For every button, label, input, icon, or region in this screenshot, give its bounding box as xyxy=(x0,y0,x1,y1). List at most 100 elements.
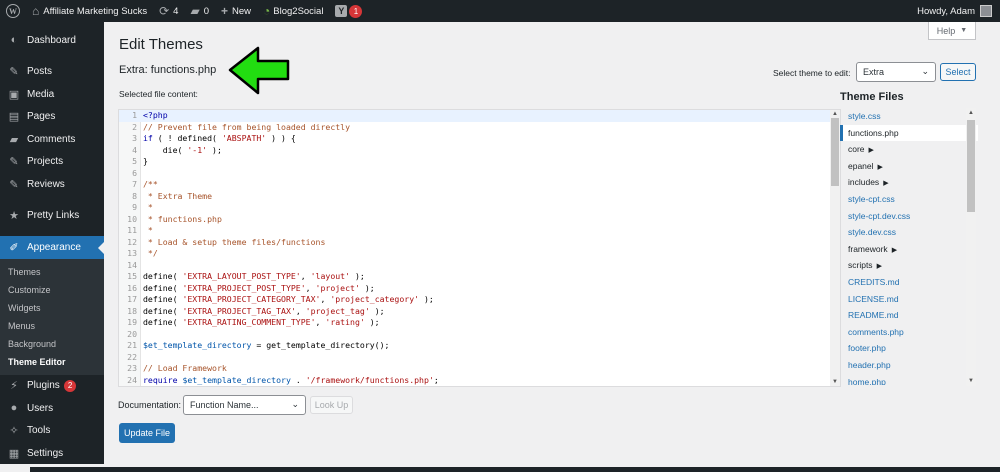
line-number: 24 xyxy=(127,374,137,385)
code-line: 24 require $et_template_directory . '/fra… xyxy=(119,375,840,387)
sidebar-item-appearance[interactable]: ✐ Appearance xyxy=(0,236,104,259)
select-theme-button[interactable]: Select xyxy=(940,63,976,81)
code-line: 20 xyxy=(119,329,840,341)
theme-file-item[interactable]: comments.php xyxy=(840,324,978,341)
sidebar-item-label: Pages xyxy=(27,111,56,123)
theme-file-item[interactable]: style.css xyxy=(840,108,978,125)
theme-file-name: README.md xyxy=(848,310,899,321)
help-button[interactable]: Help ▼ xyxy=(928,22,976,40)
sidebar-item-plugins[interactable]: ⚡ Plugins 2 xyxy=(0,375,104,398)
expand-triangle-icon[interactable]: ▶ xyxy=(869,147,874,154)
line-number: 15 xyxy=(127,271,137,281)
theme-file-item[interactable]: README.md xyxy=(840,307,978,324)
yoast-seo-link[interactable]: Y 1 xyxy=(329,0,368,22)
scroll-up-icon[interactable]: ▲ xyxy=(831,110,839,118)
sidebar-item-dashboard[interactable]: ◐ Dashboard xyxy=(0,29,104,52)
theme-file-item[interactable]: header.php xyxy=(840,357,978,374)
code-text: */ xyxy=(143,248,158,258)
line-number: 16 xyxy=(127,282,137,293)
editor-scrollbar-thumb[interactable] xyxy=(831,118,839,186)
theme-folder-item[interactable]: scripts ▶ xyxy=(840,257,978,274)
sidebar-item-users[interactable]: ● Users xyxy=(0,397,104,420)
line-number: 5 xyxy=(132,156,137,166)
my-account-link[interactable]: Howdy, Adam xyxy=(917,5,1000,17)
site-name-link[interactable]: ⌂ Affiliate Marketing Sucks xyxy=(26,0,153,22)
sidebar-item-tools[interactable]: ✧ Tools xyxy=(0,420,104,443)
submenu-item-background[interactable]: Background xyxy=(0,335,104,353)
theme-file-item[interactable]: footer.php xyxy=(840,340,978,357)
line-number: 3 xyxy=(132,133,137,143)
submenu-item-theme-editor[interactable]: Theme Editor xyxy=(0,353,104,371)
sidebar-item-pages[interactable]: ▤ Pages xyxy=(0,106,104,129)
submenu-item-widgets[interactable]: Widgets xyxy=(0,299,104,317)
expand-triangle-icon[interactable]: ▶ xyxy=(892,247,897,254)
theme-files-scrollbar[interactable]: ▲ ▼ xyxy=(966,108,976,386)
line-number: 12 xyxy=(127,236,137,247)
scroll-down-icon[interactable]: ▼ xyxy=(967,377,975,385)
comments-count: 0 xyxy=(203,5,209,17)
submenu-item-customize[interactable]: Customize xyxy=(0,281,104,299)
expand-triangle-icon[interactable]: ▶ xyxy=(878,164,883,171)
page-title: Edit Themes xyxy=(119,36,203,53)
theme-folder-item[interactable]: epanel ▶ xyxy=(840,158,978,175)
blog2social-label: Blog2Social xyxy=(273,5,324,17)
function-name-select[interactable]: Function Name... ⌄ xyxy=(183,395,306,415)
theme-file-item[interactable]: home.php xyxy=(840,374,978,386)
theme-file-item[interactable]: style.dev.css xyxy=(840,224,978,241)
theme-select[interactable]: Extra ⌄ xyxy=(856,62,936,82)
theme-file-name: home.php xyxy=(848,376,886,386)
code-line: 17 define( 'EXTRA_PROJECT_CATEGORY_TAX', … xyxy=(119,294,840,306)
code-text: define( 'EXTRA_RATING_COMMENT_TYPE', 'ra… xyxy=(143,317,380,327)
theme-file-item[interactable]: functions.php xyxy=(840,124,978,142)
sidebar-item-comments[interactable]: ▰ Comments xyxy=(0,128,104,151)
dashboard-icon: ◐ xyxy=(10,34,18,47)
updates-link[interactable]: ⟳ 4 xyxy=(153,0,184,22)
submenu-item-themes[interactable]: Themes xyxy=(0,263,104,281)
update-file-button[interactable]: Update File xyxy=(119,423,175,443)
theme-folder-item[interactable]: framework ▶ xyxy=(840,241,978,258)
code-line: 4 die( '-1' ); xyxy=(119,145,840,157)
comments-link[interactable]: ▰ 0 xyxy=(184,0,215,22)
code-line: 3 if ( ! defined( 'ABSPATH' ) ) { xyxy=(119,133,840,145)
line-number: 20 xyxy=(127,328,137,339)
sidebar-item-settings[interactable]: ▦ Settings xyxy=(0,442,104,465)
theme-file-name: footer.php xyxy=(848,343,886,354)
editor-scrollbar[interactable]: ▲ ▼ xyxy=(830,110,840,386)
code-editor[interactable]: 1 <?php 2 // Prevent file from being loaded… xyxy=(118,109,841,387)
theme-file-item[interactable]: CREDITS.md xyxy=(840,274,978,291)
theme-file-item[interactable]: LICENSE.md xyxy=(840,291,978,308)
yoast-notification-badge: 1 xyxy=(349,4,363,18)
look-up-button[interactable]: Look Up xyxy=(310,396,353,414)
theme-file-item[interactable]: style-cpt.css xyxy=(840,191,978,208)
line-number: 18 xyxy=(127,305,137,316)
line-number: 4 xyxy=(132,144,137,155)
theme-files-scrollbar-thumb[interactable] xyxy=(967,120,975,212)
sidebar-item-pretty-links[interactable]: ★ Pretty Links xyxy=(0,205,104,228)
yoast-icon: Y xyxy=(335,5,348,17)
sidebar-item-label: Posts xyxy=(27,66,53,78)
code-text: define( 'EXTRA_LAYOUT_POST_TYPE', 'layou… xyxy=(143,271,365,281)
submenu-item-menus[interactable]: Menus xyxy=(0,317,104,335)
theme-folder-item[interactable]: includes ▶ xyxy=(840,174,978,191)
scroll-up-icon[interactable]: ▲ xyxy=(967,109,975,117)
new-content-link[interactable]: + New xyxy=(215,0,257,22)
code-text: $et_template_directory = get_template_di… xyxy=(143,340,390,350)
code-line: 21 $et_template_directory = get_template_… xyxy=(119,340,840,352)
avatar xyxy=(980,5,992,17)
sidebar-item-media[interactable]: ▣ Media xyxy=(0,83,104,106)
theme-folder-item[interactable]: core ▶ xyxy=(840,141,978,158)
blog2social-link[interactable]: ◔ Blog2Social xyxy=(257,0,329,22)
sidebar-item-posts[interactable]: ✎ Posts xyxy=(0,61,104,84)
theme-file-item[interactable]: style-cpt.dev.css xyxy=(840,208,978,225)
expand-triangle-icon[interactable]: ▶ xyxy=(877,263,882,270)
sidebar-item-reviews[interactable]: ✎ Reviews xyxy=(0,173,104,196)
sidebar-item-projects[interactable]: ✎ Projects xyxy=(0,151,104,174)
code-text: // Load Framework xyxy=(143,363,227,373)
theme-file-name: LICENSE.md xyxy=(848,293,899,304)
expand-triangle-icon[interactable]: ▶ xyxy=(883,180,888,187)
wordpress-logo-button[interactable]: W xyxy=(0,0,26,22)
scroll-down-icon[interactable]: ▼ xyxy=(831,378,839,386)
documentation-label: Documentation: xyxy=(118,400,182,410)
code-text: /** xyxy=(143,179,158,189)
